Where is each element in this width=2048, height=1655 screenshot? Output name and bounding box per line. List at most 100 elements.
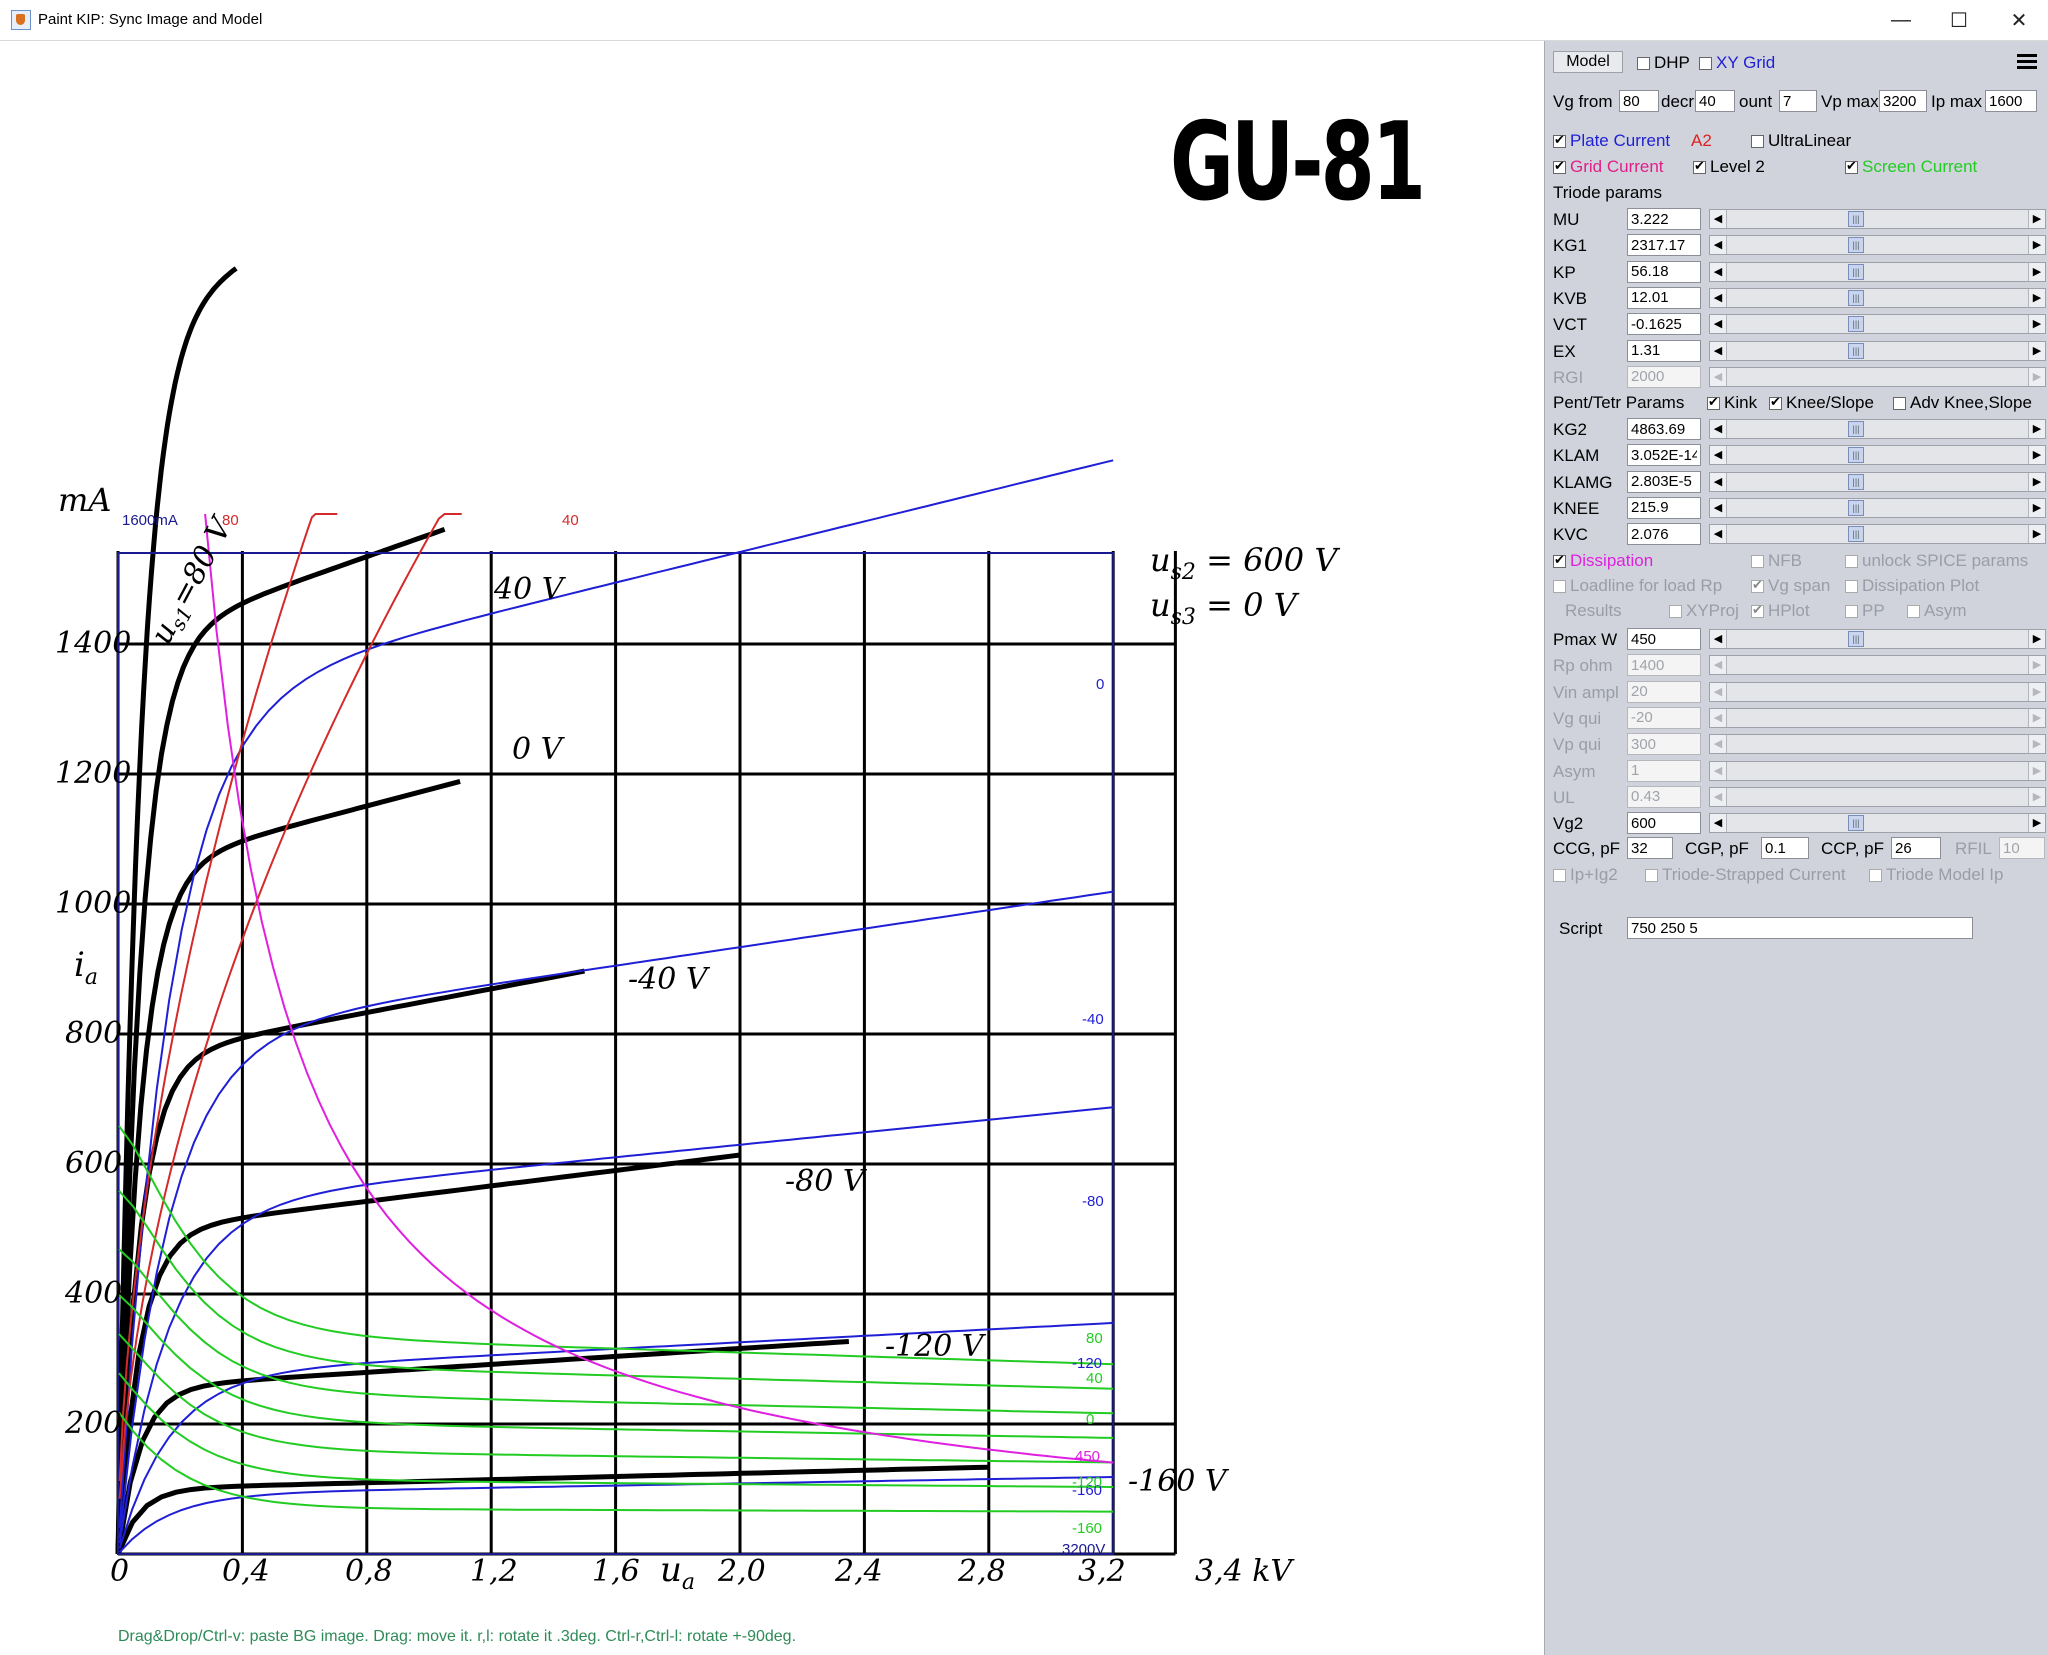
left-arrow-icon[interactable]: ◀ (1710, 367, 1727, 386)
hamburger-menu-icon[interactable] (2015, 51, 2039, 73)
right-arrow-icon[interactable]: ▶ (2028, 787, 2045, 806)
param-input-kg2[interactable] (1627, 418, 1701, 440)
left-arrow-icon[interactable]: ◀ (1710, 787, 1727, 806)
left-arrow-icon[interactable]: ◀ (1710, 525, 1727, 544)
param-slider-ex[interactable]: ◀ ||| ▶ (1709, 340, 2046, 361)
right-arrow-icon[interactable]: ▶ (2028, 341, 2045, 360)
cgp-input[interactable] (1761, 837, 1809, 859)
left-arrow-icon[interactable]: ◀ (1710, 735, 1727, 754)
param-input-asym[interactable] (1627, 759, 1701, 782)
rfil-input[interactable] (1999, 837, 2045, 859)
dhp-checkbox[interactable]: DHP (1637, 53, 1690, 73)
checkbox-box[interactable] (1845, 580, 1858, 593)
param-input-vg-qui[interactable] (1627, 706, 1701, 729)
vg-span-checkbox[interactable]: Vg span (1751, 576, 1830, 596)
ccg-input[interactable] (1627, 837, 1673, 859)
dissipation-checkbox[interactable]: Dissipation (1553, 551, 1653, 571)
checkbox-box[interactable] (1553, 552, 1566, 568)
checkbox-box[interactable] (1699, 57, 1712, 70)
slider-thumb[interactable]: ||| (1848, 473, 1864, 490)
checkbox-box[interactable] (1645, 869, 1658, 882)
slider-thumb[interactable]: ||| (1848, 237, 1864, 254)
loadline-checkbox[interactable]: Loadline for load Rp (1553, 576, 1722, 596)
checkbox-box[interactable] (1751, 555, 1764, 568)
vp-max-input[interactable] (1879, 90, 1927, 112)
pp-checkbox[interactable]: PP (1845, 601, 1885, 621)
left-arrow-icon[interactable]: ◀ (1710, 210, 1727, 228)
param-input-kvc[interactable] (1627, 523, 1701, 546)
right-arrow-icon[interactable]: ▶ (2028, 630, 2045, 648)
param-input-kvb[interactable] (1627, 286, 1701, 309)
close-button[interactable]: ✕ (1990, 0, 2048, 40)
dissipation-plot-checkbox[interactable]: Dissipation Plot (1845, 576, 1979, 596)
right-arrow-icon[interactable]: ▶ (2028, 367, 2045, 386)
right-arrow-icon[interactable]: ▶ (2028, 498, 2045, 517)
param-slider-kg1[interactable]: ◀ ||| ▶ (1709, 235, 2046, 256)
model-tab[interactable]: Model (1553, 51, 1623, 73)
left-arrow-icon[interactable]: ◀ (1710, 236, 1727, 255)
param-slider-kvb[interactable]: ◀ ||| ▶ (1709, 287, 2046, 308)
left-arrow-icon[interactable]: ◀ (1710, 420, 1727, 438)
param-slider-knee[interactable]: ◀ ||| ▶ (1709, 497, 2046, 518)
adv-knee-checkbox[interactable]: Adv Knee,Slope (1893, 393, 2032, 413)
param-slider-rgi[interactable]: ◀|||▶ (1709, 366, 2046, 387)
slider-thumb[interactable]: ||| (1848, 289, 1864, 306)
left-arrow-icon[interactable]: ◀ (1710, 472, 1727, 491)
param-slider-klam[interactable]: ◀ ||| ▶ (1709, 445, 2046, 466)
checkbox-box[interactable] (1553, 580, 1566, 593)
checkbox-box[interactable] (1893, 397, 1906, 410)
plate-current-checkbox[interactable]: Plate Current (1553, 131, 1670, 151)
slider-thumb[interactable]: ||| (1848, 631, 1864, 647)
ccp-input[interactable] (1891, 837, 1941, 859)
left-arrow-icon[interactable]: ◀ (1710, 708, 1727, 727)
slider-thumb[interactable]: ||| (1848, 263, 1864, 280)
slider-thumb[interactable]: ||| (1848, 421, 1864, 437)
level2-checkbox[interactable]: Level 2 (1693, 157, 1765, 177)
param-input-vp-qui[interactable] (1627, 733, 1701, 756)
slider-thumb[interactable]: ||| (1848, 526, 1864, 543)
right-arrow-icon[interactable]: ▶ (2028, 708, 2045, 727)
xyproj-checkbox[interactable]: XYProj (1669, 601, 1739, 621)
right-arrow-icon[interactable]: ▶ (2028, 420, 2045, 438)
right-arrow-icon[interactable]: ▶ (2028, 315, 2045, 334)
checkbox-box[interactable] (1707, 394, 1720, 410)
checkbox-box[interactable] (1553, 132, 1566, 148)
left-arrow-icon[interactable]: ◀ (1710, 341, 1727, 360)
left-arrow-icon[interactable]: ◀ (1710, 656, 1727, 675)
checkbox-box[interactable] (1669, 605, 1682, 618)
slider-thumb[interactable]: ||| (1848, 447, 1864, 464)
minimize-button[interactable]: — (1872, 0, 1930, 40)
checkbox-box[interactable] (1845, 605, 1858, 618)
right-arrow-icon[interactable]: ▶ (2028, 656, 2045, 675)
param-input-vct[interactable] (1627, 313, 1701, 336)
slider-thumb[interactable]: ||| (1848, 815, 1864, 832)
right-arrow-icon[interactable]: ▶ (2028, 525, 2045, 544)
ip-max-input[interactable] (1985, 90, 2037, 112)
param-slider-vg-qui[interactable]: ◀|||▶ (1709, 707, 2046, 728)
vg-from-input[interactable] (1619, 90, 1659, 112)
checkbox-box[interactable] (1751, 602, 1764, 618)
checkbox-box[interactable] (1845, 158, 1858, 174)
right-arrow-icon[interactable]: ▶ (2028, 262, 2045, 281)
param-input-vin-ampl[interactable] (1627, 680, 1701, 703)
right-arrow-icon[interactable]: ▶ (2028, 288, 2045, 307)
left-arrow-icon[interactable]: ◀ (1710, 262, 1727, 281)
param-input-rgi[interactable] (1627, 365, 1701, 388)
slider-thumb[interactable]: ||| (1848, 211, 1864, 227)
left-arrow-icon[interactable]: ◀ (1710, 288, 1727, 307)
screen-current-checkbox[interactable]: Screen Current (1845, 157, 1977, 177)
nfb-checkbox[interactable]: NFB (1751, 551, 1802, 571)
checkbox-box[interactable] (1637, 57, 1650, 70)
slider-thumb[interactable]: ||| (1848, 499, 1864, 516)
slider-thumb[interactable]: ||| (1848, 342, 1864, 359)
param-input-ul[interactable] (1627, 785, 1701, 808)
param-input-vg2[interactable] (1627, 812, 1701, 835)
left-arrow-icon[interactable]: ◀ (1710, 630, 1727, 648)
left-arrow-icon[interactable]: ◀ (1710, 315, 1727, 334)
param-slider-kp[interactable]: ◀ ||| ▶ (1709, 261, 2046, 282)
right-arrow-icon[interactable]: ▶ (2028, 210, 2045, 228)
param-input-pmax-w[interactable] (1627, 628, 1701, 650)
left-arrow-icon[interactable]: ◀ (1710, 498, 1727, 517)
param-input-mu[interactable] (1627, 208, 1701, 230)
knee-slope-checkbox[interactable]: Knee/Slope (1769, 393, 1874, 413)
